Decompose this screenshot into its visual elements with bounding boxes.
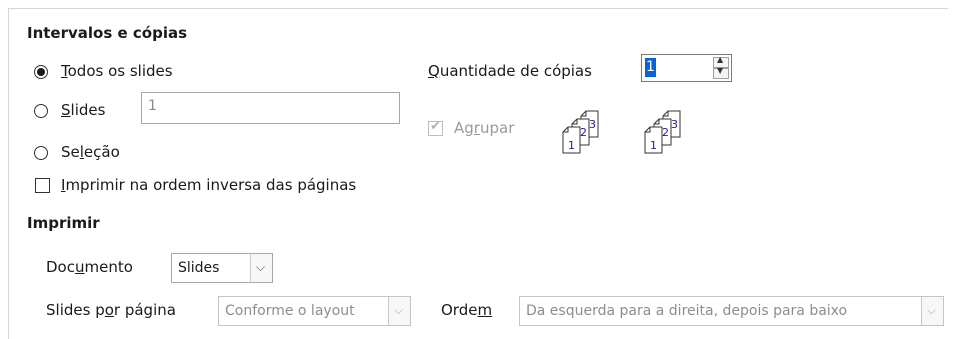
slides-per-page-dropdown-button[interactable]: ⌵: [388, 297, 410, 325]
copies-value: 1: [645, 58, 656, 77]
collate-checkbox[interactable]: ✔: [428, 119, 443, 136]
chevron-down-icon: ⌵: [927, 303, 937, 317]
all-slides-mnemonic: T: [61, 62, 68, 80]
document-label-rest: mento: [84, 258, 133, 276]
slides-per-page-label-pre: Slides p: [46, 301, 105, 319]
selection-label-rest: eção: [83, 143, 120, 161]
chevron-up-icon: ▲: [717, 55, 724, 64]
copies-spinbox[interactable]: 1 ▲ ▼: [641, 54, 732, 82]
ranges-heading: Intervalos e cópias: [27, 24, 188, 42]
order-label: Ordem: [441, 301, 492, 319]
copies-label: Quantidade de cópias: [428, 62, 592, 80]
collate-label-rest: upar: [479, 119, 515, 137]
slides-per-page-value: Conforme o layout: [225, 303, 355, 319]
copies-decrement-button[interactable]: ▼: [713, 66, 729, 79]
all-slides-label[interactable]: Todos os slides: [61, 62, 173, 80]
chevron-down-icon: ▼: [717, 66, 724, 75]
order-select[interactable]: Da esquerda para a direita, depois para …: [519, 296, 944, 326]
page-number-2-b: 2: [662, 126, 669, 139]
reverse-order-label-rest: mprimir na ordem inversa das páginas: [65, 176, 357, 194]
slides-label[interactable]: Slides: [61, 101, 105, 119]
checkmark-icon: ✔: [430, 119, 441, 134]
selection-radio[interactable]: [34, 146, 48, 160]
print-heading: Imprimir: [27, 214, 100, 232]
order-dropdown-button[interactable]: ⌵: [921, 297, 943, 325]
page-number-3: 3: [589, 118, 596, 131]
reverse-order-label[interactable]: Imprimir na ordem inversa das páginas: [61, 176, 356, 194]
chevron-down-icon: ⌵: [256, 260, 266, 274]
document-mnemonic: u: [74, 258, 85, 276]
document-select[interactable]: Slides ⌵: [171, 253, 273, 283]
copies-label-rest: uantidade de cópias: [439, 62, 592, 80]
collated-pages-icon: 3 2 1: [562, 110, 599, 154]
collate-label-pre: Ag: [454, 119, 474, 137]
uncollated-pages-icon: 3 2 1: [644, 110, 681, 154]
collate-preview-icons: 3 2 1 3 2 1: [562, 110, 681, 154]
all-slides-label-rest: odos os slides: [67, 62, 173, 80]
selection-label[interactable]: Seleção: [61, 143, 120, 161]
slides-radio[interactable]: [34, 104, 48, 118]
page-number-3-b: 3: [671, 118, 678, 131]
chevron-down-icon: ⌵: [394, 303, 404, 317]
page-number-1-b: 1: [650, 139, 657, 152]
document-label-pre: Doc: [46, 258, 75, 276]
order-label-pre: Orde: [441, 301, 478, 319]
order-mnemonic: m: [477, 301, 493, 319]
all-slides-radio[interactable]: [34, 65, 48, 79]
page-number-1: 1: [568, 139, 575, 152]
order-select-value: Da esquerda para a direita, depois para …: [526, 303, 848, 319]
document-select-value: Slides: [178, 260, 220, 276]
copies-mnemonic: Q: [428, 62, 440, 80]
slides-mnemonic: S: [61, 101, 71, 119]
slides-per-page-label: Slides por página: [46, 301, 176, 319]
reverse-order-checkbox[interactable]: [35, 178, 50, 193]
document-label: Documento: [46, 258, 133, 276]
slides-range-input[interactable]: 1: [141, 92, 400, 124]
document-select-dropdown-button[interactable]: ⌵: [250, 254, 272, 282]
collate-label[interactable]: Agrupar: [454, 119, 514, 137]
print-options-panel: [8, 8, 948, 339]
selection-label-pre: Se: [61, 143, 80, 161]
slides-label-rest: lides: [70, 101, 106, 119]
slides-per-page-mnemonic: o: [104, 301, 114, 319]
page-number-2: 2: [580, 126, 587, 139]
slides-per-page-select[interactable]: Conforme o layout ⌵: [218, 296, 411, 326]
slides-per-page-label-rest: r página: [113, 301, 176, 319]
